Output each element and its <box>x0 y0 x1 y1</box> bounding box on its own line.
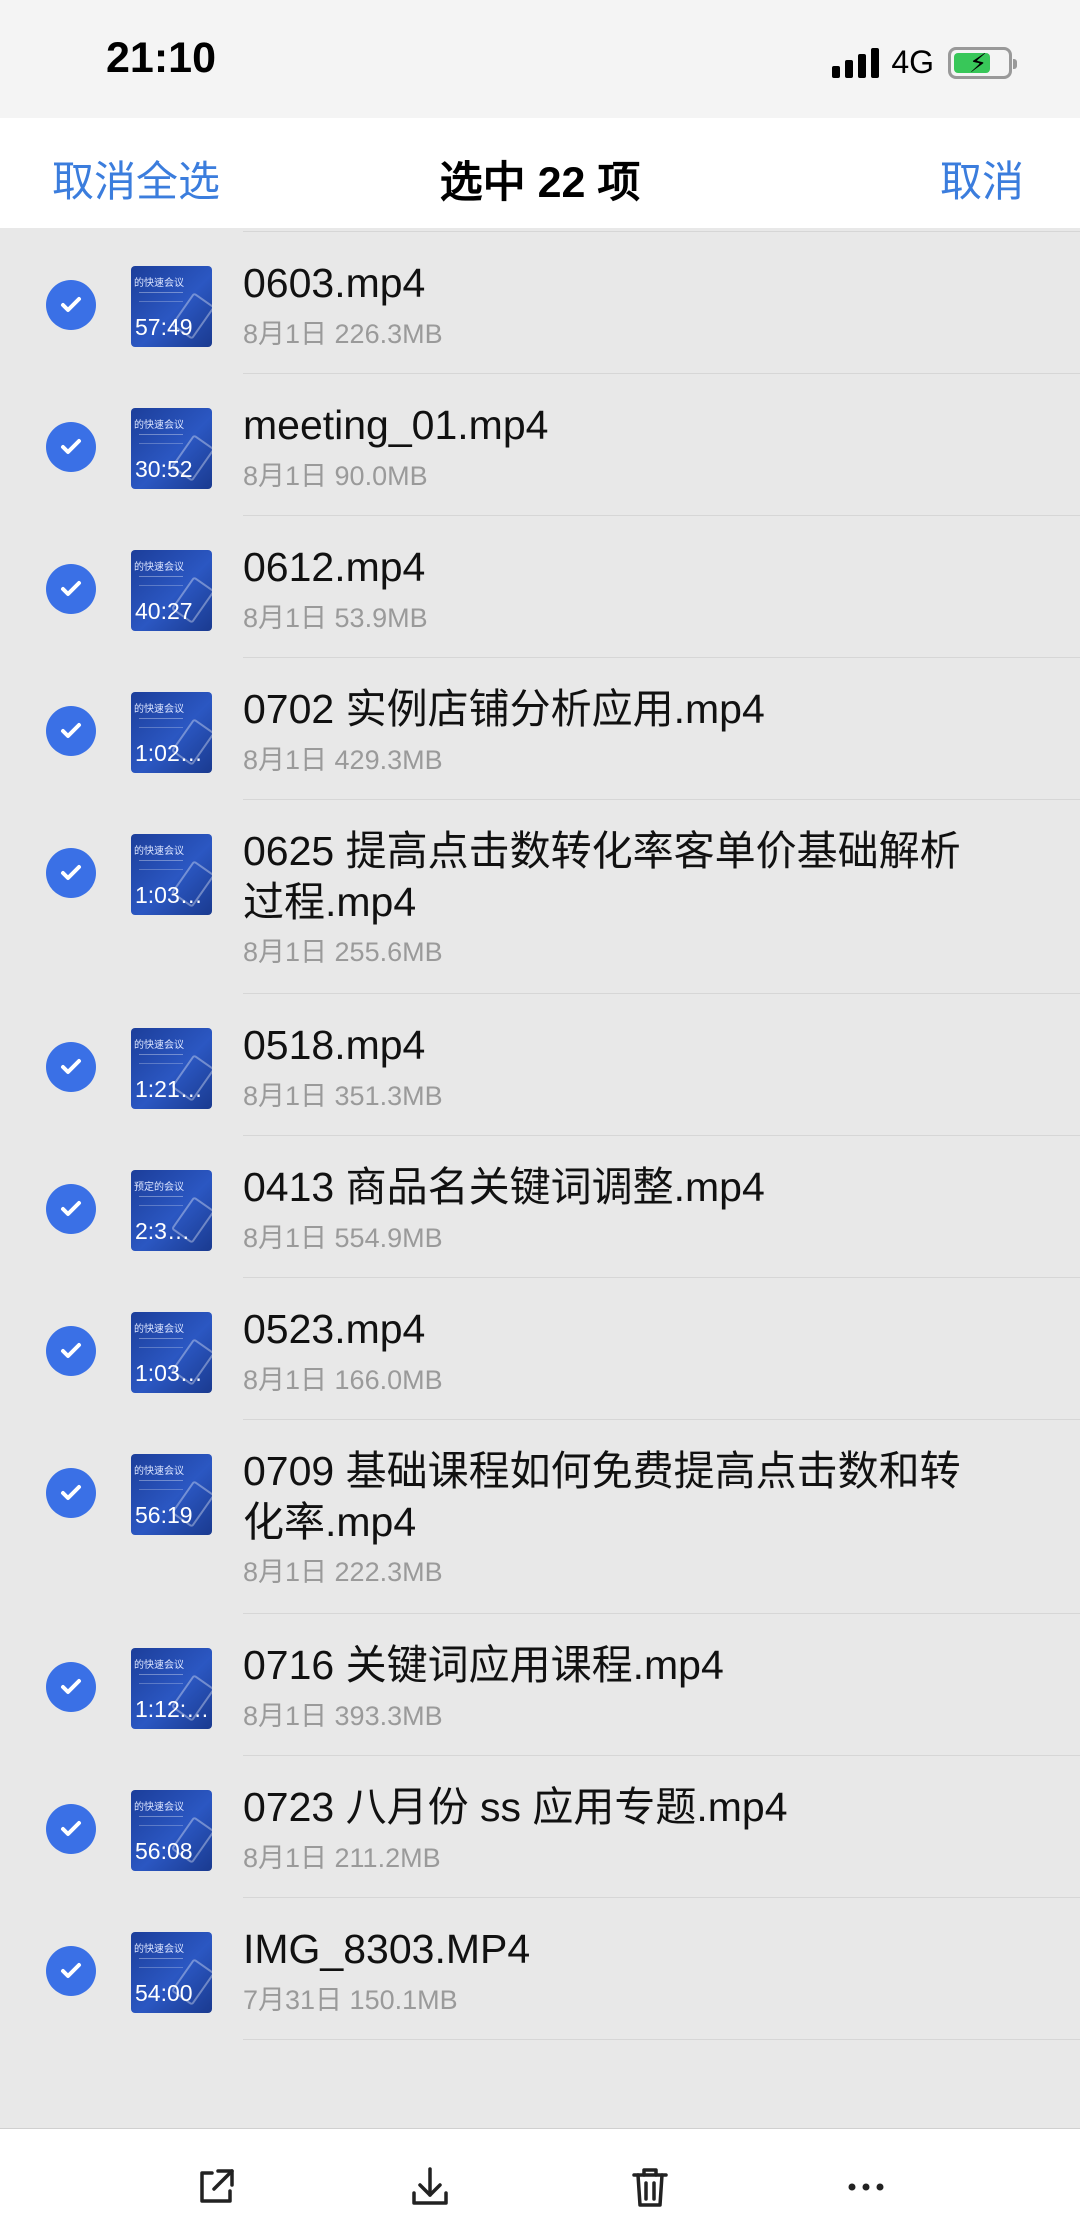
file-name: 0518.mp4 <box>243 1022 426 1068</box>
signal-icon <box>832 47 880 78</box>
checkmark-icon[interactable] <box>46 1804 96 1854</box>
video-thumbnail: 的快速会议 1:12:… <box>131 1648 212 1729</box>
file-name: 0723 八月份 ss 应用专题.mp4 <box>243 1784 788 1830</box>
file-row[interactable]: 的快速会议 1:02… 0702 实例店铺分析应用.mp4 8月1日 429.3MB <box>0 658 1080 800</box>
video-thumbnail: 的快速会议 57:49 <box>131 266 212 347</box>
cancel-button[interactable]: 取消 <box>940 148 1024 209</box>
video-duration: 1:03… <box>135 1360 203 1386</box>
video-thumbnail: 的快速会议 40:27 <box>131 550 212 631</box>
trash-icon[interactable] <box>624 2161 676 2213</box>
file-meta: 8月1日 166.0MB <box>243 1365 443 1395</box>
thumbnail-caption: 的快速会议 <box>134 1660 184 1671</box>
file-row[interactable]: 的快速会议 30:52 meeting_01.mp4 8月1日 90.0MB <box>0 374 1080 516</box>
checkmark-icon[interactable] <box>46 1326 96 1376</box>
video-duration: 30:52 <box>135 456 193 482</box>
battery-icon: ⚡ <box>948 46 1017 79</box>
share-icon[interactable] <box>190 2161 242 2213</box>
thumbnail-caption: 的快速会议 <box>134 1944 184 1955</box>
file-row[interactable]: 的快速会议 57:49 0603.mp4 8月1日 226.3MB <box>0 232 1080 374</box>
file-row[interactable]: 预定的会议 2:3… 0413 商品名关键词调整.mp4 8月1日 554.9MB <box>0 1136 1080 1278</box>
video-thumbnail: 的快速会议 56:08 <box>131 1790 212 1871</box>
checkmark-icon[interactable] <box>46 1184 96 1234</box>
file-name: 0716 关键词应用课程.mp4 <box>243 1642 724 1688</box>
file-name: 0625 提高点击数转化率客单价基础解析过程.mp4 <box>243 828 961 925</box>
file-row[interactable]: 的快速会议 56:19 0709 基础课程如何免费提高点击数和转化率.mp4 8月1日… <box>0 1420 1080 1614</box>
file-meta: 7月31日 150.1MB <box>243 1985 458 2015</box>
selection-count-title: 选中 22 项 <box>439 159 641 207</box>
video-duration: 1:21… <box>135 1076 203 1102</box>
file-row[interactable]: 的快速会议 54:00 IMG_8303.MP4 7月31日 150.1MB <box>0 1898 1080 2040</box>
thumbnail-caption: 的快速会议 <box>134 1466 184 1477</box>
file-name: 0702 实例店铺分析应用.mp4 <box>243 686 765 732</box>
file-name: 0523.mp4 <box>243 1306 426 1352</box>
file-row[interactable]: 的快速会议 1:03… 0523.mp4 8月1日 166.0MB <box>0 1278 1080 1420</box>
file-row[interactable]: 的快速会议 56:08 0723 八月份 ss 应用专题.mp4 8月1日 211.2… <box>0 1756 1080 1898</box>
file-meta: 8月1日 255.6MB <box>243 937 443 967</box>
thumbnail-caption: 的快速会议 <box>134 704 184 715</box>
file-row[interactable]: 的快速会议 1:03… 0625 提高点击数转化率客单价基础解析过程.mp4 8月1日… <box>0 800 1080 994</box>
file-name: 0413 商品名关键词调整.mp4 <box>243 1164 765 1210</box>
video-thumbnail: 的快速会议 1:03… <box>131 834 212 915</box>
video-duration: 40:27 <box>135 598 193 624</box>
video-thumbnail: 的快速会议 56:19 <box>131 1454 212 1535</box>
thumbnail-caption: 的快速会议 <box>134 420 184 431</box>
file-meta: 8月1日 429.3MB <box>243 745 443 775</box>
video-duration: 2:3… <box>135 1218 190 1244</box>
video-thumbnail: 预定的会议 2:3… <box>131 1170 212 1251</box>
file-meta: 8月1日 554.9MB <box>243 1223 443 1253</box>
file-row[interactable]: 的快速会议 1:21… 0518.mp4 8月1日 351.3MB <box>0 994 1080 1136</box>
video-thumbnail: 的快速会议 1:03… <box>131 1312 212 1393</box>
video-duration: 1:12:… <box>135 1696 210 1722</box>
thumbnail-caption: 的快速会议 <box>134 846 184 857</box>
video-duration: 54:00 <box>135 1980 193 2006</box>
checkmark-icon[interactable] <box>46 564 96 614</box>
status-bar: 21:10 4G ⚡ <box>0 0 1080 118</box>
file-meta: 8月1日 226.3MB <box>243 319 443 349</box>
file-name: meeting_01.mp4 <box>243 402 549 448</box>
file-meta: 8月1日 90.0MB <box>243 461 428 491</box>
checkmark-icon[interactable] <box>46 280 96 330</box>
file-name: IMG_8303.MP4 <box>243 1926 531 1972</box>
thumbnail-caption: 预定的会议 <box>134 1182 184 1193</box>
video-duration: 1:03… <box>135 882 203 908</box>
status-indicators: 4G ⚡ <box>832 44 1017 81</box>
thumbnail-caption: 的快速会议 <box>134 1324 184 1335</box>
video-thumbnail: 的快速会议 54:00 <box>131 1932 212 2013</box>
file-meta: 8月1日 211.2MB <box>243 1843 441 1873</box>
file-name: 0603.mp4 <box>243 260 426 306</box>
checkmark-icon[interactable] <box>46 1946 96 1996</box>
file-meta: 8月1日 222.3MB <box>243 1557 443 1587</box>
file-name: 0709 基础课程如何免费提高点击数和转化率.mp4 <box>243 1448 961 1545</box>
checkmark-icon[interactable] <box>46 1468 96 1518</box>
download-icon[interactable] <box>404 2161 456 2213</box>
status-time: 21:10 <box>106 34 216 82</box>
video-thumbnail: 的快速会议 1:21… <box>131 1028 212 1109</box>
file-list: 快速会议1:27…构成.mp48月1日 105.5MB的快速会议57:49060… <box>0 50 1080 2040</box>
file-meta: 8月1日 393.3MB <box>243 1701 443 1731</box>
checkmark-icon[interactable] <box>46 706 96 756</box>
file-row[interactable]: 的快速会议 1:12:… 0716 关键词应用课程.mp4 8月1日 393.3MB <box>0 1614 1080 1756</box>
thumbnail-caption: 的快速会议 <box>134 1040 184 1051</box>
file-name: 0612.mp4 <box>243 544 426 590</box>
checkmark-icon[interactable] <box>46 1042 96 1092</box>
video-duration: 57:49 <box>135 314 193 340</box>
video-thumbnail: 的快速会议 30:52 <box>131 408 212 489</box>
file-row[interactable]: 的快速会议 40:27 0612.mp4 8月1日 53.9MB <box>0 516 1080 658</box>
checkmark-icon[interactable] <box>46 1662 96 1712</box>
video-duration: 56:08 <box>135 1838 193 1864</box>
video-duration: 1:02… <box>135 740 203 766</box>
file-meta: 8月1日 53.9MB <box>243 603 428 633</box>
checkmark-icon[interactable] <box>46 422 96 472</box>
checkmark-icon[interactable] <box>46 848 96 898</box>
nav-bar: 取消全选 选中 22 项 取消 <box>0 118 1080 228</box>
thumbnail-caption: 的快速会议 <box>134 562 184 573</box>
video-thumbnail: 的快速会议 1:02… <box>131 692 212 773</box>
more-icon[interactable] <box>840 2161 892 2213</box>
thumbnail-caption: 的快速会议 <box>134 278 184 289</box>
thumbnail-caption: 的快速会议 <box>134 1802 184 1813</box>
video-duration: 56:19 <box>135 1502 193 1528</box>
bottom-toolbar <box>0 2128 1080 2221</box>
network-type: 4G <box>891 44 934 80</box>
file-meta: 8月1日 351.3MB <box>243 1081 443 1111</box>
